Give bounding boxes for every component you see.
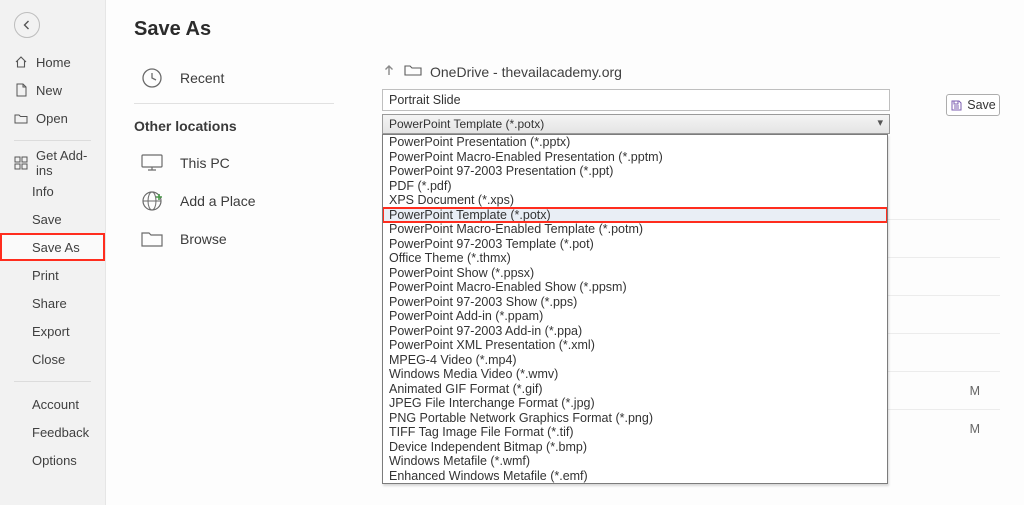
- sidebar-label-export: Export: [32, 324, 70, 339]
- locations-separator: [134, 103, 334, 104]
- filetype-option[interactable]: Office Theme (*.thmx): [383, 251, 887, 266]
- filetype-option[interactable]: PowerPoint Presentation (*.pptx): [383, 135, 887, 150]
- filetype-option[interactable]: PowerPoint 97-2003 Presentation (*.ppt): [383, 164, 887, 179]
- sidebar-item-getaddins[interactable]: Get Add-ins: [0, 149, 105, 177]
- filetype-option[interactable]: PowerPoint Template (*.potx): [383, 208, 887, 223]
- location-thispc-label: This PC: [180, 155, 230, 171]
- filetype-dropdown-list: PowerPoint Presentation (*.pptx)PowerPoi…: [382, 134, 888, 484]
- location-thispc[interactable]: This PC: [134, 144, 334, 182]
- columns: Recent Other locations This PC Add a Pla…: [134, 59, 1000, 258]
- filetype-option[interactable]: Windows Media Video (*.wmv): [383, 367, 887, 382]
- filetype-option[interactable]: PowerPoint XML Presentation (*.xml): [383, 338, 887, 353]
- path-up-button[interactable]: [382, 63, 396, 82]
- sidebar-separator-1: [14, 140, 91, 141]
- filetype-option[interactable]: Animated GIF Format (*.gif): [383, 382, 887, 397]
- sidebar-label-feedback: Feedback: [32, 425, 89, 440]
- sidebar-label-account: Account: [32, 397, 79, 412]
- addins-icon: [14, 156, 28, 170]
- sidebar-item-close[interactable]: Close: [0, 345, 105, 373]
- filetype-option[interactable]: XPS Document (*.xps): [383, 193, 887, 208]
- other-locations-header: Other locations: [134, 118, 334, 134]
- browse-folder-icon: [138, 225, 166, 253]
- bg-row-tail-2: M: [970, 422, 980, 436]
- main-panel: Save As Recent Other locations This PC: [106, 0, 1024, 505]
- backstage-sidebar: Home New Open Get Add-ins Info Save: [0, 0, 106, 505]
- sidebar-label-info: Info: [32, 184, 54, 199]
- sidebar-label-open: Open: [36, 111, 68, 126]
- location-browse[interactable]: Browse: [134, 220, 334, 258]
- filetype-option[interactable]: PNG Portable Network Graphics Format (*.…: [383, 411, 887, 426]
- location-addplace[interactable]: Add a Place: [134, 182, 334, 220]
- location-recent-label: Recent: [180, 70, 224, 86]
- back-button[interactable]: [14, 12, 40, 38]
- filetype-row: PowerPoint Template (*.potx) PowerPoint …: [382, 114, 890, 134]
- save-details-column: M M OneDrive - thevailacademy.org Power: [382, 59, 1000, 258]
- folder-icon: [404, 63, 422, 81]
- filetype-option[interactable]: MPEG-4 Video (*.mp4): [383, 353, 887, 368]
- sidebar-item-options[interactable]: Options: [0, 446, 105, 474]
- sidebar-item-open[interactable]: Open: [0, 104, 105, 132]
- sidebar-item-share[interactable]: Share: [0, 289, 105, 317]
- filetype-selected-label: PowerPoint Template (*.potx): [389, 117, 544, 131]
- filetype-option[interactable]: PowerPoint Add-in (*.ppam): [383, 309, 887, 324]
- filetype-option[interactable]: Windows Metafile (*.wmf): [383, 454, 887, 469]
- filetype-dropdown-button[interactable]: PowerPoint Template (*.potx): [382, 114, 890, 134]
- save-button-label: Save: [967, 98, 996, 112]
- filetype-option[interactable]: PowerPoint Macro-Enabled Show (*.ppsm): [383, 280, 887, 295]
- sidebar-item-saveas[interactable]: Save As: [0, 233, 105, 261]
- recent-icon: [138, 64, 166, 92]
- sidebar-label-getaddins: Get Add-ins: [36, 148, 91, 178]
- filetype-option[interactable]: Device Independent Bitmap (*.bmp): [383, 440, 887, 455]
- sidebar-item-export[interactable]: Export: [0, 317, 105, 345]
- path-location-text[interactable]: OneDrive - thevailacademy.org: [430, 64, 622, 80]
- filetype-option[interactable]: PowerPoint 97-2003 Template (*.pot): [383, 237, 887, 252]
- filetype-option[interactable]: TIFF Tag Image File Format (*.tif): [383, 425, 887, 440]
- sidebar-label-save: Save: [32, 212, 62, 227]
- filetype-option[interactable]: PowerPoint Show (*.ppsx): [383, 266, 887, 281]
- sidebar-item-account[interactable]: Account: [0, 390, 105, 418]
- filetype-option[interactable]: PowerPoint Macro-Enabled Presentation (*…: [383, 150, 887, 165]
- filetype-option[interactable]: Enhanced Windows Metafile (*.emf): [383, 469, 887, 484]
- location-browse-label: Browse: [180, 231, 227, 247]
- addplace-icon: [138, 187, 166, 215]
- location-addplace-label: Add a Place: [180, 193, 256, 209]
- sidebar-item-new[interactable]: New: [0, 76, 105, 104]
- sidebar-item-print[interactable]: Print: [0, 261, 105, 289]
- bg-row-tail-1: M: [970, 384, 980, 398]
- sidebar-label-saveas: Save As: [32, 240, 80, 255]
- filetype-option[interactable]: PowerPoint 97-2003 Add-in (*.ppa): [383, 324, 887, 339]
- sidebar-label-share: Share: [32, 296, 67, 311]
- filetype-dropdown-scroll[interactable]: PowerPoint Presentation (*.pptx)PowerPoi…: [383, 135, 887, 483]
- sidebar-item-save[interactable]: Save: [0, 205, 105, 233]
- path-row: OneDrive - thevailacademy.org: [382, 59, 1000, 85]
- home-icon: [14, 55, 28, 69]
- filename-input[interactable]: [382, 89, 890, 111]
- sidebar-separator-2: [14, 381, 91, 382]
- sidebar-item-feedback[interactable]: Feedback: [0, 418, 105, 446]
- save-icon: [950, 99, 963, 112]
- sidebar-label-home: Home: [36, 55, 71, 70]
- sidebar-label-new: New: [36, 83, 62, 98]
- back-arrow-icon: [21, 19, 33, 31]
- sidebar-item-info[interactable]: Info: [0, 177, 105, 205]
- new-doc-icon: [14, 83, 28, 97]
- location-recent[interactable]: Recent: [134, 59, 334, 97]
- up-arrow-icon: [382, 63, 396, 77]
- thispc-icon: [138, 149, 166, 177]
- sidebar-label-options: Options: [32, 453, 77, 468]
- sidebar-label-print: Print: [32, 268, 59, 283]
- filetype-option[interactable]: JPEG File Interchange Format (*.jpg): [383, 396, 887, 411]
- locations-column: Recent Other locations This PC Add a Pla…: [134, 59, 334, 258]
- page-title: Save As: [134, 18, 1000, 41]
- app-root: Home New Open Get Add-ins Info Save: [0, 0, 1024, 505]
- filetype-option[interactable]: PowerPoint Macro-Enabled Template (*.pot…: [383, 222, 887, 237]
- save-button[interactable]: Save: [946, 94, 1000, 116]
- filetype-option[interactable]: PowerPoint 97-2003 Show (*.pps): [383, 295, 887, 310]
- filetype-option[interactable]: PDF (*.pdf): [383, 179, 887, 194]
- sidebar-item-home[interactable]: Home: [0, 48, 105, 76]
- open-folder-icon: [14, 111, 28, 125]
- sidebar-label-close: Close: [32, 352, 65, 367]
